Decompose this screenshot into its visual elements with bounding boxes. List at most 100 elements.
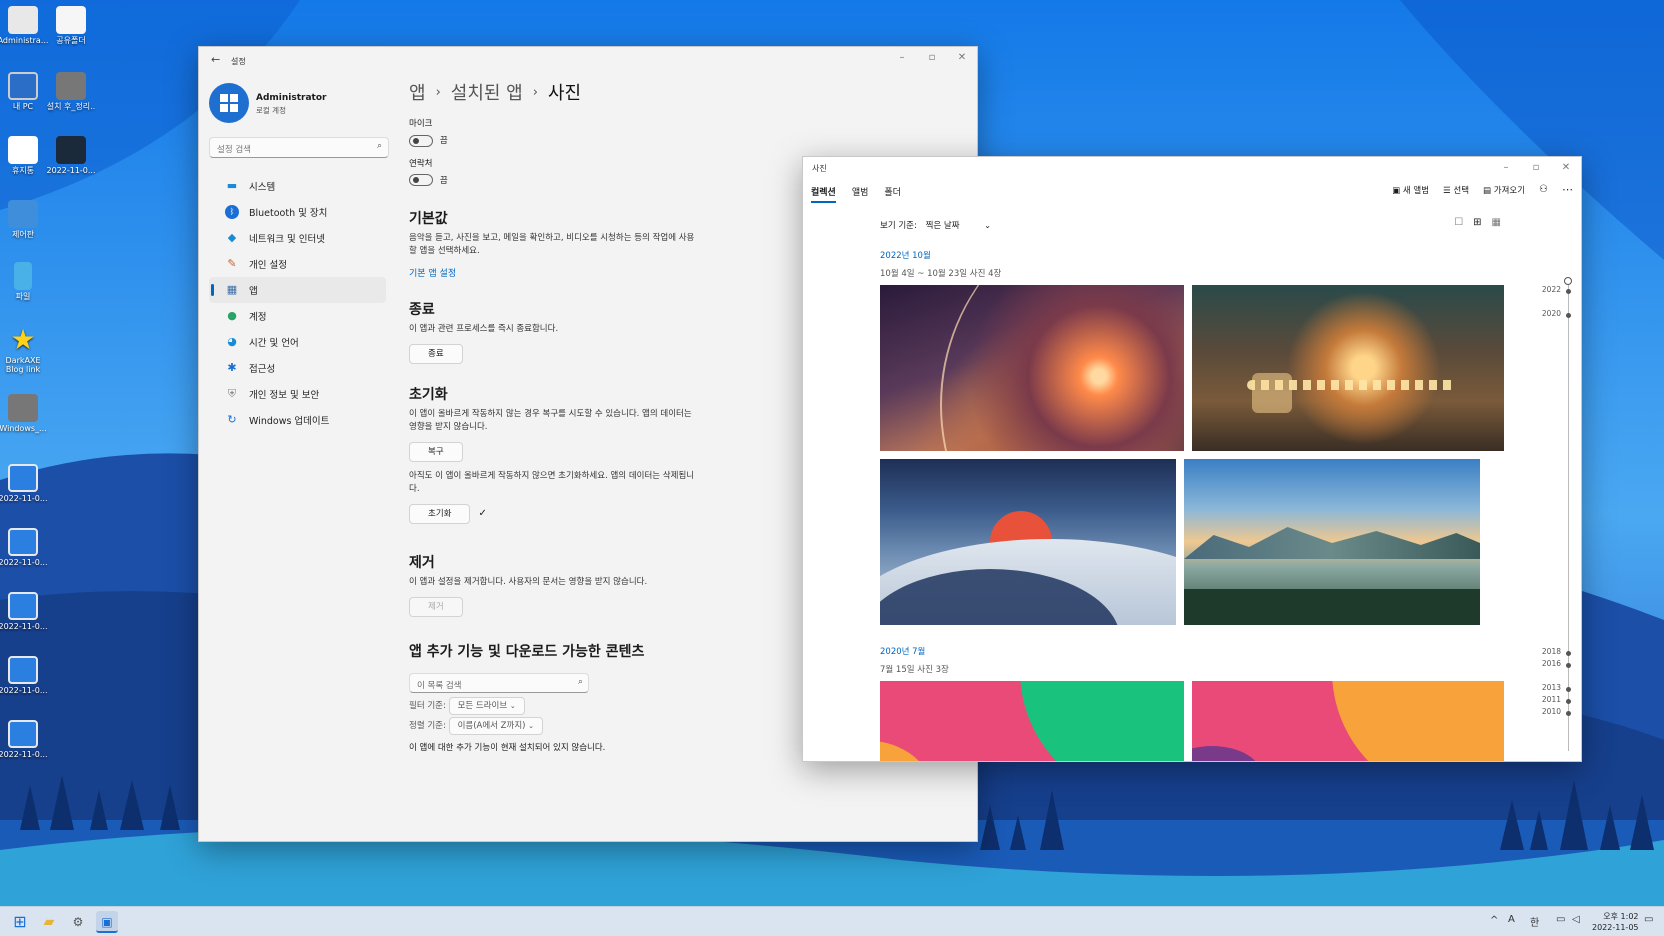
file-icon [14, 262, 32, 290]
close-button[interactable]: ✕ [947, 47, 977, 69]
nav-item-privacy[interactable]: ⛨ 개인 정보 및 보안 [209, 381, 386, 407]
chevron-up-icon[interactable]: ^ [1490, 915, 1498, 926]
addons-search-input[interactable]: 이 목록 검색 ⌕ [409, 673, 589, 693]
reset-button[interactable]: 초기화 [409, 504, 471, 524]
desktop-icon-recycle[interactable]: 휴지통 [0, 136, 50, 175]
update-icon: ↻ [227, 413, 237, 426]
search-icon: ⌕ [376, 141, 382, 151]
desktop-icon-screenshot-c[interactable]: 2022-11-0... [0, 528, 50, 567]
photo-thumbnail[interactable] [1192, 681, 1504, 761]
network-icon[interactable]: ▭ [1556, 914, 1565, 925]
desktop-icon-admin[interactable]: Administra... [0, 6, 50, 45]
desktop-icon-control-panel[interactable]: 제어판 [0, 200, 50, 239]
image-file-icon [8, 464, 38, 492]
desktop-icon-windows[interactable]: Windows_... [0, 394, 50, 433]
wifi-icon: ◆ [227, 231, 237, 244]
timeline-handle[interactable] [1564, 277, 1572, 285]
tab-folders[interactable]: 폴더 [884, 185, 901, 203]
close-button[interactable]: ✕ [1551, 157, 1581, 179]
taskbar: ⊞ ▰ ⚙ ▣ ^ A 한 ▭ ◁ 오후 1:02 2022-11-05 ▭ [0, 906, 1664, 936]
back-arrow-icon[interactable]: ← [211, 53, 220, 66]
view-by-select[interactable]: 찍은 날짜 ⌄ [926, 221, 991, 231]
ime-indicator[interactable]: A [1508, 914, 1515, 925]
photo-thumbnail[interactable] [880, 285, 1184, 451]
settings-gear-icon[interactable]: ⚙ [67, 911, 89, 933]
tab-collection[interactable]: 컬렉션 [811, 185, 836, 203]
nav-item-accounts[interactable]: ● 계정 [209, 303, 386, 329]
monitor-icon: ▬ [226, 179, 238, 192]
maximize-button[interactable]: ▫ [1521, 157, 1551, 179]
desktop-icon-screenshot-d[interactable]: 2022-11-0... [0, 592, 50, 631]
breadcrumb-installed-apps[interactable]: 설치된 앱 [451, 79, 523, 105]
sort-select[interactable]: 이름(A에서 Z까지) ⌄ [448, 717, 544, 735]
more-options-icon[interactable]: ⋯ [1562, 183, 1573, 196]
shared-folder-icon [56, 6, 86, 34]
group-month-2[interactable]: 2020년 7월 [880, 645, 925, 657]
nav-item-time-language[interactable]: ◕ 시간 및 언어 [209, 329, 386, 355]
terminate-button[interactable]: 종료 [409, 344, 463, 364]
new-album-button[interactable]: ▣ 새 앨범 [1392, 184, 1429, 196]
tab-albums[interactable]: 앨범 [852, 185, 869, 203]
accessibility-icon: ✱ [227, 361, 237, 374]
photo-thumbnail[interactable] [1184, 459, 1480, 625]
defaults-text: 음악을 듣고, 사진을 보고, 메일을 확인하고, 비디오를 시청하는 등의 작… [409, 233, 695, 256]
search-icon: ⌕ [577, 677, 583, 687]
desktop-icon-setup[interactable]: 설치 후_정리.. [44, 72, 98, 111]
timeline-scrubber[interactable]: 2022 2020 2018 2016 2013 2011 2010 [1511, 277, 1572, 757]
photos-app-icon[interactable]: ▣ [96, 911, 118, 933]
computer-icon [8, 72, 38, 100]
minimize-button[interactable]: – [887, 47, 917, 69]
group-month-1[interactable]: 2022년 10월 [880, 249, 931, 261]
contacts-toggle[interactable] [409, 174, 433, 186]
account-icon[interactable]: ⚇ [1539, 184, 1548, 195]
file-explorer-icon[interactable]: ▰ [38, 911, 60, 933]
permission-microphone: 마이크 끔 [409, 119, 448, 147]
small-view-icon[interactable]: ▦ [1492, 217, 1501, 228]
microphone-toggle[interactable] [409, 134, 433, 147]
breadcrumb-apps[interactable]: 앱 [409, 79, 426, 105]
nav-item-windows-update[interactable]: ↻ Windows 업데이트 [209, 407, 386, 433]
desktop-icon-this-pc[interactable]: 내 PC [0, 72, 50, 111]
filter-select[interactable]: 모든 드라이브 ⌄ [448, 697, 525, 715]
large-view-icon[interactable]: ☐ [1454, 217, 1463, 228]
minimize-button[interactable]: – [1491, 157, 1521, 179]
photo-thumbnail[interactable] [880, 459, 1176, 625]
nav-item-bluetooth[interactable]: ᛒ Bluetooth 및 장치 [209, 199, 386, 225]
desktop-icon-screenshot-e[interactable]: 2022-11-0... [0, 656, 50, 695]
photos-window: 사진 – ▫ ✕ 컬렉션 앨범 폴더 ▣ 새 앨범 ☰ 선택 ▤ 가져오기 ⚇ … [802, 156, 1582, 762]
notification-icon[interactable]: ▭ [1644, 914, 1653, 925]
desktop-icon-share[interactable]: 공유폴더 [44, 6, 98, 45]
repair-button[interactable]: 복구 [409, 442, 463, 462]
maximize-button[interactable]: ▫ [917, 47, 947, 69]
remove-button[interactable]: 제거 [409, 597, 463, 617]
select-button[interactable]: ☰ 선택 [1443, 184, 1469, 196]
image-file-icon [8, 656, 38, 684]
clock[interactable]: 오후 1:02 2022-11-05 [1592, 911, 1639, 933]
desktop-icon-file[interactable]: 파일 [0, 262, 50, 301]
desktop-icon-blog-link[interactable]: ★ DarkAXE Blog link [0, 326, 50, 375]
nav-item-system[interactable]: ▬ 시스템 [209, 173, 386, 199]
chevron-right-icon: › [532, 84, 538, 100]
photo-thumbnail[interactable] [880, 681, 1184, 761]
settings-search-input[interactable]: 설정 검색 ⌕ [209, 137, 389, 158]
nav-item-personalization[interactable]: ✎ 개인 설정 [209, 251, 386, 277]
avatar [209, 83, 249, 123]
volume-icon[interactable]: ◁ [1572, 914, 1580, 925]
chevron-right-icon: › [435, 84, 441, 100]
medium-view-icon[interactable]: ⊞ [1473, 217, 1481, 228]
nav-item-accessibility[interactable]: ✱ 접근성 [209, 355, 386, 381]
nav-item-network[interactable]: ◆ 네트워크 및 인터넷 [209, 225, 386, 251]
photos-window-title: 사진 [812, 164, 827, 173]
group-sub-1: 10월 4일 ~ 10월 23일 사진 4장 [880, 269, 1002, 279]
language-indicator[interactable]: 한 [1530, 914, 1539, 929]
control-panel-icon [8, 200, 38, 228]
settings-window-title: 설정 [231, 57, 246, 66]
desktop-icon-screenshot-a[interactable]: 2022-11-0... [44, 136, 98, 175]
desktop-icon-screenshot-f[interactable]: 2022-11-0... [0, 720, 50, 759]
start-button[interactable]: ⊞ [9, 911, 31, 933]
import-button[interactable]: ▤ 가져오기 [1483, 184, 1525, 196]
photo-thumbnail[interactable] [1192, 285, 1504, 451]
desktop-icon-screenshot-b[interactable]: 2022-11-0... [0, 464, 50, 503]
recycle-bin-icon [8, 136, 38, 164]
nav-item-apps[interactable]: ▦ 앱 [209, 277, 386, 303]
